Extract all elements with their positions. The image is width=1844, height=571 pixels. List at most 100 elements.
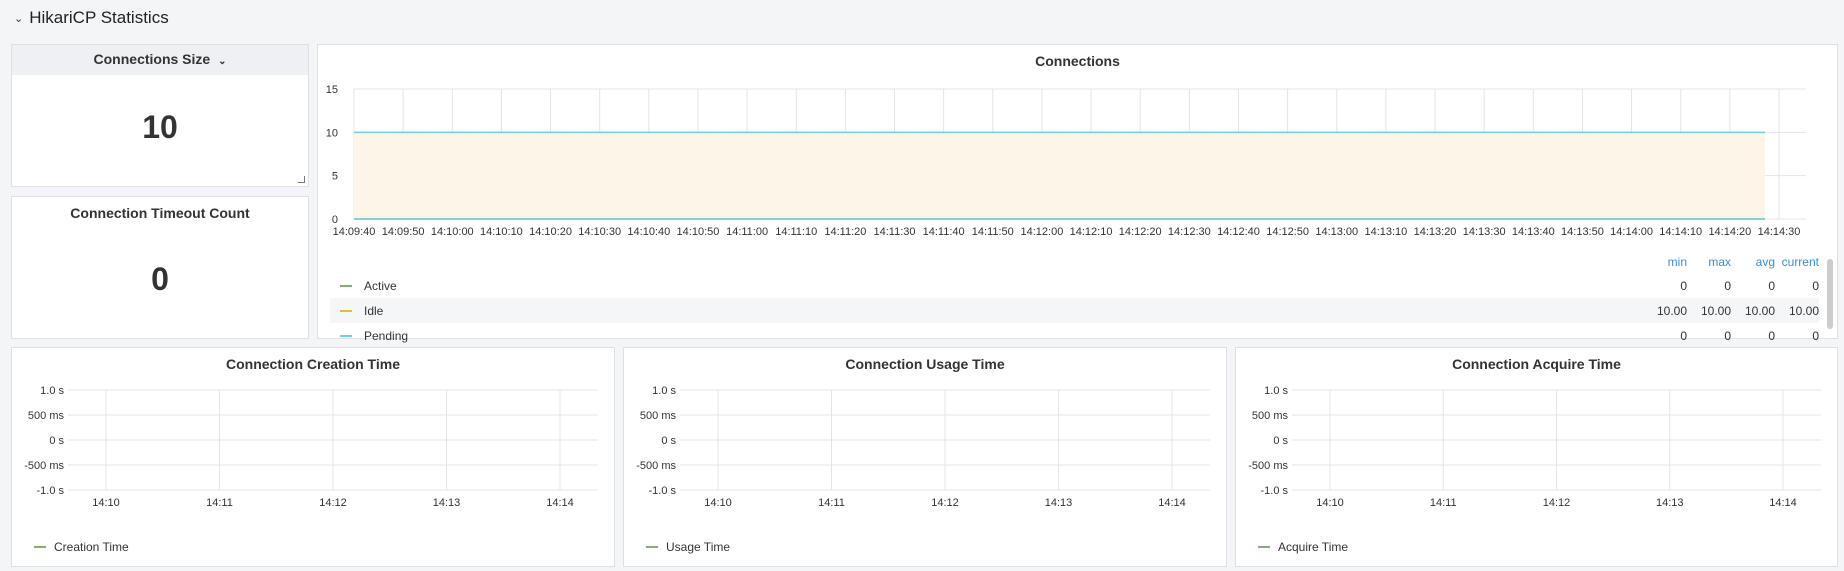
- legend-label[interactable]: Creation Time: [54, 540, 129, 554]
- x-tick-label: 14:12: [931, 497, 959, 509]
- y-tick-label: 500 ms: [1252, 410, 1289, 422]
- x-tick-label: 14:13: [1656, 497, 1684, 509]
- legend-item[interactable]: Acquire Time: [1258, 540, 1348, 554]
- x-tick-label: 14:11:30: [874, 226, 916, 238]
- legend-scrollbar[interactable]: [1827, 259, 1833, 329]
- usage-time-chart: 1.0 s 500 ms 0 s -500 ms -1.0 s 14:10 14:11 14:…: [636, 385, 1210, 509]
- x-tick-label: 14:10:50: [677, 226, 720, 238]
- x-tick-label: 14:13:40: [1512, 226, 1555, 238]
- y-tick-label: 500 ms: [640, 410, 677, 422]
- x-tick-label: 14:14:00: [1610, 226, 1653, 238]
- legend-label[interactable]: Acquire Time: [1278, 540, 1348, 554]
- legend-label[interactable]: Active: [364, 279, 397, 293]
- y-tick-label: -1.0 s: [36, 485, 64, 497]
- x-tick-label: 14:11: [818, 497, 845, 509]
- y-tick-label: 10: [326, 127, 338, 139]
- x-tick-label: 14:13:10: [1364, 226, 1407, 238]
- connection-creation-time-panel: Connection Creation Time 1.0 s 500 ms 0 s -…: [11, 347, 615, 567]
- y-tick-label: 15: [326, 84, 338, 96]
- connections-chart: 15 10 5 014:09:40 14:09:50 14:10:00 14:10:10 14…: [326, 84, 1806, 238]
- panel-title: Connection Timeout Count: [70, 205, 250, 221]
- legend-header-current[interactable]: current: [1775, 255, 1819, 269]
- x-tick-label: 14:13: [1045, 497, 1073, 509]
- connections-graph-panel: Connections 15 10 5 0 14:09:40 14:09:50 14:10:…: [317, 44, 1838, 343]
- legend-label[interactable]: Idle: [364, 304, 383, 318]
- legend-header: min max avg current: [330, 251, 1819, 273]
- y-tick-label: 1.0 s: [1264, 385, 1288, 397]
- legend-label[interactable]: Pending: [364, 329, 408, 343]
- legend-avg: 0: [1768, 278, 1775, 293]
- legend-label[interactable]: Usage Time: [666, 540, 730, 554]
- resize-handle[interactable]: [298, 176, 305, 183]
- x-tick-label: 14:13:20: [1414, 226, 1457, 238]
- legend-max: 10.00: [1700, 303, 1731, 318]
- x-tick-label: 14:12:20: [1119, 226, 1162, 238]
- x-tick-label: 14:12:40: [1217, 226, 1260, 238]
- series-swatch: [340, 284, 352, 287]
- y-tick-label: -500 ms: [636, 460, 676, 472]
- x-tick-label: 14:14:20: [1708, 226, 1751, 238]
- y-tick-label: 0: [332, 214, 338, 226]
- legend-current: 10.00: [1788, 303, 1819, 318]
- connections-size-header[interactable]: Connections Size ⌄: [12, 45, 308, 75]
- series-swatch: [340, 334, 352, 337]
- row-header[interactable]: ⌄ HikariCP Statistics: [14, 8, 169, 28]
- panel-title: Connection Acquire Time: [1452, 356, 1621, 372]
- x-tick-label: 14:12: [319, 497, 347, 509]
- x-tick-label: 14:10: [92, 497, 120, 509]
- x-tick-label: 14:14: [546, 497, 574, 509]
- x-tick-label: 14:14: [1158, 497, 1186, 509]
- x-tick-label: 14:14: [1769, 497, 1797, 509]
- chevron-down-icon[interactable]: ⌄: [218, 56, 226, 67]
- legend-row-active[interactable]: Active 0 0 0 0: [330, 273, 1819, 298]
- x-tick-label: 14:10:20: [529, 226, 572, 238]
- y-tick-label: -1.0 s: [1260, 485, 1288, 497]
- series-swatch: [34, 546, 46, 548]
- legend-item[interactable]: Creation Time: [34, 540, 129, 554]
- chevron-down-icon[interactable]: ⌄: [14, 12, 23, 25]
- y-tick-label: 0 s: [49, 435, 64, 447]
- creation-time-chart: 1.0 s 500 ms 0 s -500 ms -1.0 s 14:10 14:11 14:…: [24, 385, 598, 509]
- x-tick-label: 14:13:30: [1463, 226, 1506, 238]
- y-tick-label: -500 ms: [24, 460, 64, 472]
- legend-min: 10.00: [1656, 303, 1687, 318]
- x-tick-label: 14:12: [1543, 497, 1571, 509]
- legend-row-pending[interactable]: Pending 0 0 0 0: [330, 323, 1819, 348]
- connection-usage-time-panel: Connection Usage Time 1.0 s 500 ms 0 s -500…: [623, 347, 1227, 567]
- legend-item[interactable]: Usage Time: [646, 540, 730, 554]
- legend-header-max[interactable]: max: [1687, 255, 1731, 269]
- legend-header-avg[interactable]: avg: [1731, 255, 1775, 269]
- acquire-time-chart: 1.0 s 500 ms 0 s -500 ms -1.0 s 14:10 14:11 14:…: [1248, 385, 1821, 509]
- legend-header-min[interactable]: min: [1643, 255, 1687, 269]
- stat-value: 10: [142, 109, 178, 145]
- x-tick-label: 14:12:00: [1021, 226, 1064, 238]
- x-tick-label: 14:14:30: [1758, 226, 1801, 238]
- y-tick-label: 500 ms: [28, 410, 65, 422]
- legend-row-idle[interactable]: Idle 10.00 10.00 10.00 10.00: [330, 298, 1819, 323]
- x-tick-label: 14:10: [1316, 497, 1344, 509]
- x-tick-label: 14:10:10: [480, 226, 523, 238]
- series-swatch: [646, 546, 658, 548]
- y-tick-label: 0 s: [661, 435, 676, 447]
- x-tick-label: 14:10: [704, 497, 732, 509]
- row-title: HikariCP Statistics: [29, 8, 169, 27]
- x-tick-label: 14:12:50: [1266, 226, 1309, 238]
- x-tick-label: 14:09:50: [382, 226, 425, 238]
- connection-acquire-time-panel: Connection Acquire Time 1.0 s 500 ms 0 s -5…: [1235, 347, 1838, 567]
- y-tick-label: -500 ms: [1248, 460, 1288, 472]
- panel-title: Connection Creation Time: [226, 356, 400, 372]
- panel-title: Connections: [1035, 53, 1120, 69]
- legend-avg: 0: [1768, 328, 1775, 343]
- y-tick-label: -1.0 s: [648, 485, 676, 497]
- x-tick-label: 14:11:00: [726, 226, 768, 238]
- y-tick-label: 5: [332, 171, 338, 183]
- y-tick-label: 1.0 s: [652, 385, 676, 397]
- x-tick-label: 14:10:00: [431, 226, 474, 238]
- x-tick-label: 14:12:10: [1070, 226, 1113, 238]
- legend-scroll-area[interactable]: Active 0 0 0 0 Idle 10.00 10.00 10.00 10…: [330, 273, 1819, 351]
- x-tick-label: 14:14:10: [1659, 226, 1702, 238]
- x-tick-label: 14:11: [206, 497, 233, 509]
- stat-value: 0: [151, 261, 169, 297]
- legend-min: 0: [1680, 328, 1687, 343]
- x-tick-label: 14:11:20: [824, 226, 866, 238]
